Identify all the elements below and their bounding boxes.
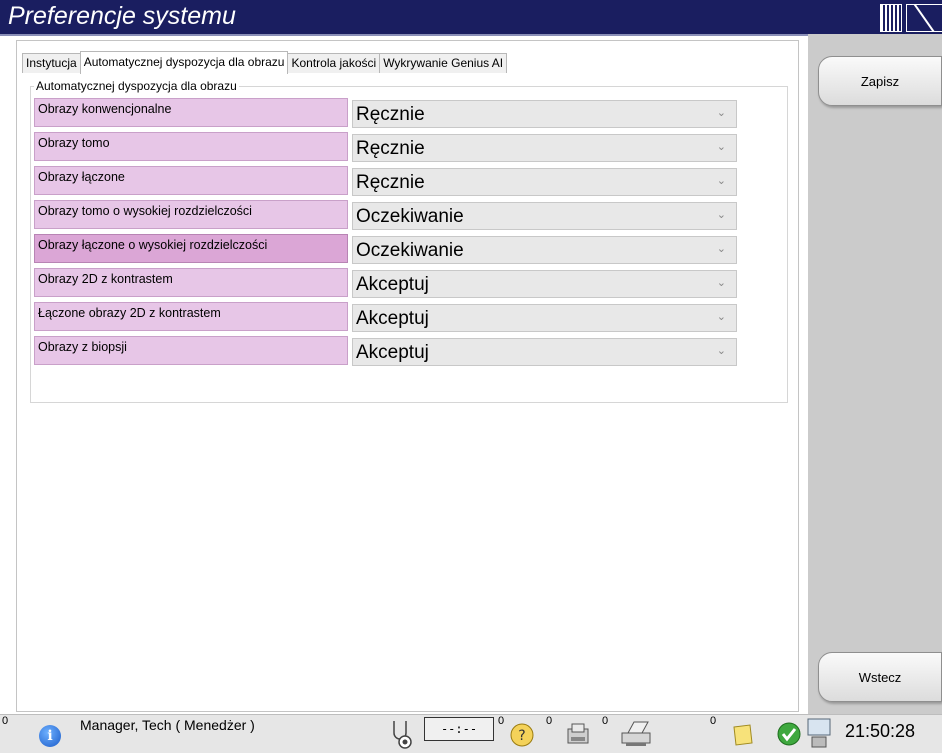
select-value: Ręcznie <box>356 138 425 159</box>
chevron-down-icon: ⌄ <box>716 141 726 153</box>
clock: 21:50:28 <box>845 721 916 741</box>
brand-stripes-icon <box>880 4 902 32</box>
count-4: 0 <box>710 715 717 727</box>
network-device-icon[interactable] <box>804 717 836 751</box>
tab-auto-disposition[interactable]: Automatycznej dyspozycja dla obrazu <box>79 51 289 74</box>
back-button[interactable]: Wstecz <box>818 652 942 702</box>
status-bar: 0 i Manager, Tech ( Menedżer ) --:-- 0 ?… <box>0 714 942 753</box>
select-value: Akceptuj <box>356 308 429 329</box>
stethoscope-eye-icon[interactable] <box>386 717 416 751</box>
row-label-contrast-2d: Obrazy 2D z kontrastem <box>34 268 348 297</box>
chevron-down-icon: ⌄ <box>716 311 726 323</box>
notes-icon[interactable] <box>728 721 756 749</box>
chevron-down-icon: ⌄ <box>716 209 726 221</box>
select-tomo[interactable]: Ręcznie ⌄ <box>352 134 737 162</box>
svg-text:?: ? <box>518 728 525 744</box>
select-value: Oczekiwanie <box>356 206 464 227</box>
alert-count: 0 <box>2 715 9 727</box>
row-label-combined-hires: Obrazy łączone o wysokiej rozdzielczości <box>34 234 348 263</box>
count-3: 0 <box>602 715 609 727</box>
select-tomo-hires[interactable]: Oczekiwanie ⌄ <box>352 202 737 230</box>
row-label-tomo-hires: Obrazy tomo o wysokiej rozdzielczości <box>34 200 348 229</box>
tab-bar: Instytucja Automatycznej dyspozycja dla … <box>22 51 508 74</box>
select-biopsy[interactable]: Akceptuj ⌄ <box>352 338 737 366</box>
chevron-down-icon: ⌄ <box>716 175 726 187</box>
info-icon[interactable]: i <box>39 725 61 747</box>
select-value: Oczekiwanie <box>356 240 464 261</box>
select-value: Akceptuj <box>356 342 429 363</box>
select-conventional[interactable]: Ręcznie ⌄ <box>352 100 737 128</box>
select-combined-hires[interactable]: Oczekiwanie ⌄ <box>352 236 737 264</box>
select-contrast-2d[interactable]: Akceptuj ⌄ <box>352 270 737 298</box>
row-label-conventional: Obrazy konwencjonalne <box>34 98 348 127</box>
count-2: 0 <box>546 715 553 727</box>
printer-icon[interactable] <box>618 719 654 749</box>
output-device-icon[interactable] <box>562 719 594 749</box>
save-button[interactable]: Zapisz <box>818 56 942 106</box>
select-value: Ręcznie <box>356 104 425 125</box>
tab-quality-control[interactable]: Kontrola jakości <box>287 53 381 73</box>
tab-institution[interactable]: Instytucja <box>22 53 81 73</box>
select-value: Akceptuj <box>356 274 429 295</box>
check-status-icon[interactable] <box>776 721 802 747</box>
timer-display: --:-- <box>424 717 494 741</box>
select-combined[interactable]: Ręcznie ⌄ <box>352 168 737 196</box>
action-panel: Zapisz Wstecz <box>808 34 942 714</box>
select-combined-contrast-2d[interactable]: Akceptuj ⌄ <box>352 304 737 332</box>
row-label-combined: Obrazy łączone <box>34 166 348 195</box>
window-title: Preferencje systemu <box>8 2 236 30</box>
corner-logo-icon <box>906 4 942 32</box>
chevron-down-icon: ⌄ <box>716 277 726 289</box>
row-label-tomo: Obrazy tomo <box>34 132 348 161</box>
group-title: Automatycznej dyspozycja dla obrazu <box>34 79 239 93</box>
user-label[interactable]: Manager, Tech ( Menedżer ) <box>80 717 255 733</box>
select-value: Ręcznie <box>356 172 425 193</box>
row-label-combined-contrast-2d: Łączone obrazy 2D z kontrastem <box>34 302 348 331</box>
chevron-down-icon: ⌄ <box>716 243 726 255</box>
count-1: 0 <box>498 715 505 727</box>
help-icon[interactable]: ? <box>508 721 536 749</box>
tab-genius-ai[interactable]: Wykrywanie Genius AI <box>379 53 508 73</box>
chevron-down-icon: ⌄ <box>716 345 726 357</box>
row-label-biopsy: Obrazy z biopsji <box>34 336 348 365</box>
title-bar: Preferencje systemu <box>0 0 942 36</box>
chevron-down-icon: ⌄ <box>716 107 726 119</box>
